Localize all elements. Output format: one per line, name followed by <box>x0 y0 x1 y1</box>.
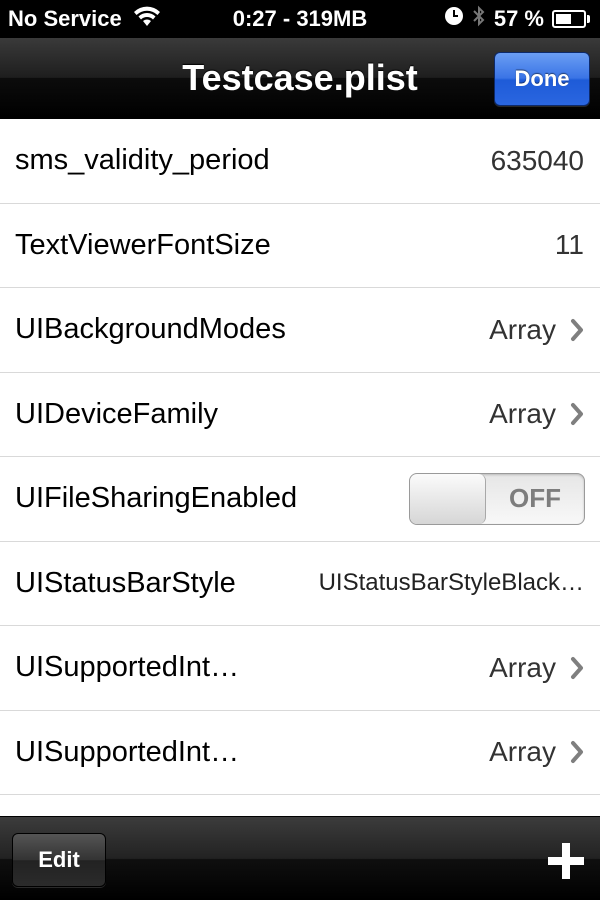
row-value: Array <box>489 736 556 768</box>
table-row: UIFileSharingEnabled OFF <box>0 457 600 542</box>
row-value: UIStatusBarStyleBlack… <box>318 569 584 597</box>
status-time-memory: 0:27 - 319MB <box>232 6 368 31</box>
bluetooth-icon <box>472 4 486 34</box>
table-row[interactable]: UIStatusBarStyle UIStatusBarStyleBlack… <box>0 541 600 626</box>
row-value: Array <box>489 398 556 430</box>
row-value: 635040 <box>490 144 584 176</box>
battery-icon <box>552 10 590 28</box>
table-row[interactable]: UISupportedInt… Array <box>0 710 600 795</box>
row-key: TextViewerFontSize <box>15 228 271 261</box>
chevron-right-icon <box>571 656 583 679</box>
status-bar: No Service 0:27 - 319MB 57 % <box>0 0 600 38</box>
carrier-label: No Service <box>8 6 122 31</box>
chevron-right-icon <box>571 318 583 341</box>
navigation-bar: Testcase.plist Done <box>0 38 600 118</box>
row-key: UIFileSharingEnabled <box>15 482 298 515</box>
plus-icon[interactable] <box>546 841 586 881</box>
row-key: UISupportedInt… <box>15 735 240 768</box>
row-key: UISupportedInt… <box>15 651 240 684</box>
table-row[interactable]: UIBackgroundModes Array <box>0 288 600 373</box>
row-value: 11 <box>554 229 584 261</box>
wifi-icon <box>132 5 162 33</box>
table-row-partial[interactable] <box>0 795 600 816</box>
file-sharing-toggle[interactable]: OFF <box>409 472 585 525</box>
plist-table: sms_validity_period 635040 TextViewerFon… <box>0 119 600 816</box>
chevron-right-icon <box>571 403 583 426</box>
table-row[interactable]: UIDeviceFamily Array <box>0 372 600 457</box>
chevron-right-icon <box>571 741 583 764</box>
table-row[interactable]: UISupportedInt… Array <box>0 626 600 711</box>
row-value: Array <box>489 313 556 345</box>
row-key: UIDeviceFamily <box>15 397 219 430</box>
row-key: UIBackgroundModes <box>15 313 286 346</box>
row-key: sms_validity_period <box>15 144 270 177</box>
toggle-label: OFF <box>509 483 561 514</box>
table-row[interactable]: sms_validity_period 635040 <box>0 119 600 204</box>
clock-icon <box>444 6 464 32</box>
toggle-knob[interactable] <box>410 473 486 524</box>
battery-percent: 57 % <box>493 6 544 31</box>
edit-button[interactable]: Edit <box>12 833 106 887</box>
bottom-toolbar: Edit <box>0 816 600 900</box>
row-value: Array <box>489 651 556 683</box>
row-key: UIStatusBarStyle <box>15 566 236 599</box>
done-button[interactable]: Done <box>494 52 590 106</box>
table-row[interactable]: TextViewerFontSize 11 <box>0 203 600 288</box>
